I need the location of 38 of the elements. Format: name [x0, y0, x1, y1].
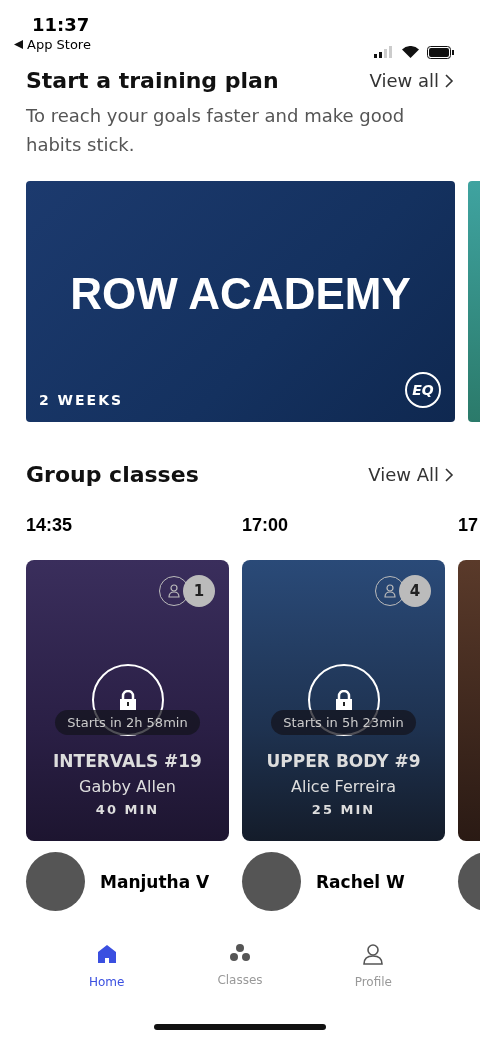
class-time: 17:00 — [242, 515, 290, 537]
person-icon — [362, 943, 385, 965]
starts-in-label: Starts in 2h 58min — [55, 710, 200, 735]
host-name: Rachel W — [316, 871, 405, 892]
view-all-link[interactable]: View All — [368, 464, 454, 485]
class-time: 17 — [458, 515, 480, 537]
section-title: Group classes — [26, 462, 199, 487]
view-all-link[interactable]: View all — [369, 70, 454, 91]
signal-icon — [374, 46, 394, 58]
participant-count: 1 — [183, 575, 215, 607]
back-triangle-icon — [14, 40, 23, 49]
class-title: UPPER BODY #9 — [266, 751, 421, 771]
tab-bar-item[interactable]: Home — [66, 942, 147, 990]
wifi-icon — [402, 46, 419, 58]
plan-duration: 2 WEEKS — [39, 392, 124, 408]
class-title: INTERVALS #19 — [53, 751, 202, 771]
class-card[interactable]: 4 Starts in 5h 23min UPPER BODY #9 Alice Ferreira 25 MIN — [242, 560, 445, 841]
home-icon — [95, 943, 118, 965]
eq-badge: EQ — [405, 372, 441, 408]
back-to-app-store-link[interactable]: App Store — [14, 37, 91, 52]
chevron-right-icon — [445, 73, 454, 88]
status-time: 11:37 — [31, 14, 91, 35]
host-name: Manjutha V — [100, 871, 210, 892]
battery-icon — [427, 45, 454, 59]
section-title: Start a training plan — [26, 68, 279, 93]
plan-title: ROW ACADEMY — [69, 269, 412, 319]
training-plan-card[interactable]: ROW ACADEMY 2 WEEKS EQ — [26, 181, 455, 422]
instructor-name: Gabby Allen — [79, 777, 176, 796]
instructor-name: Alice Ferreira — [291, 777, 396, 796]
section-subtitle: To reach your goals faster and make good habits stick. — [25, 104, 406, 157]
class-duration: 25 MIN — [311, 802, 376, 817]
dots-icon — [229, 943, 251, 963]
class-time: 14:35 — [26, 515, 74, 537]
class-duration: 40 MIN — [95, 802, 160, 817]
starts-in-label: Starts in 5h 23min — [271, 710, 416, 735]
class-card[interactable]: 1 Starts in 2h 58min INTERVALS #19 Gabby Allen 40 MIN — [26, 560, 229, 841]
chevron-right-icon — [445, 467, 454, 482]
participant-count: 4 — [399, 575, 431, 607]
